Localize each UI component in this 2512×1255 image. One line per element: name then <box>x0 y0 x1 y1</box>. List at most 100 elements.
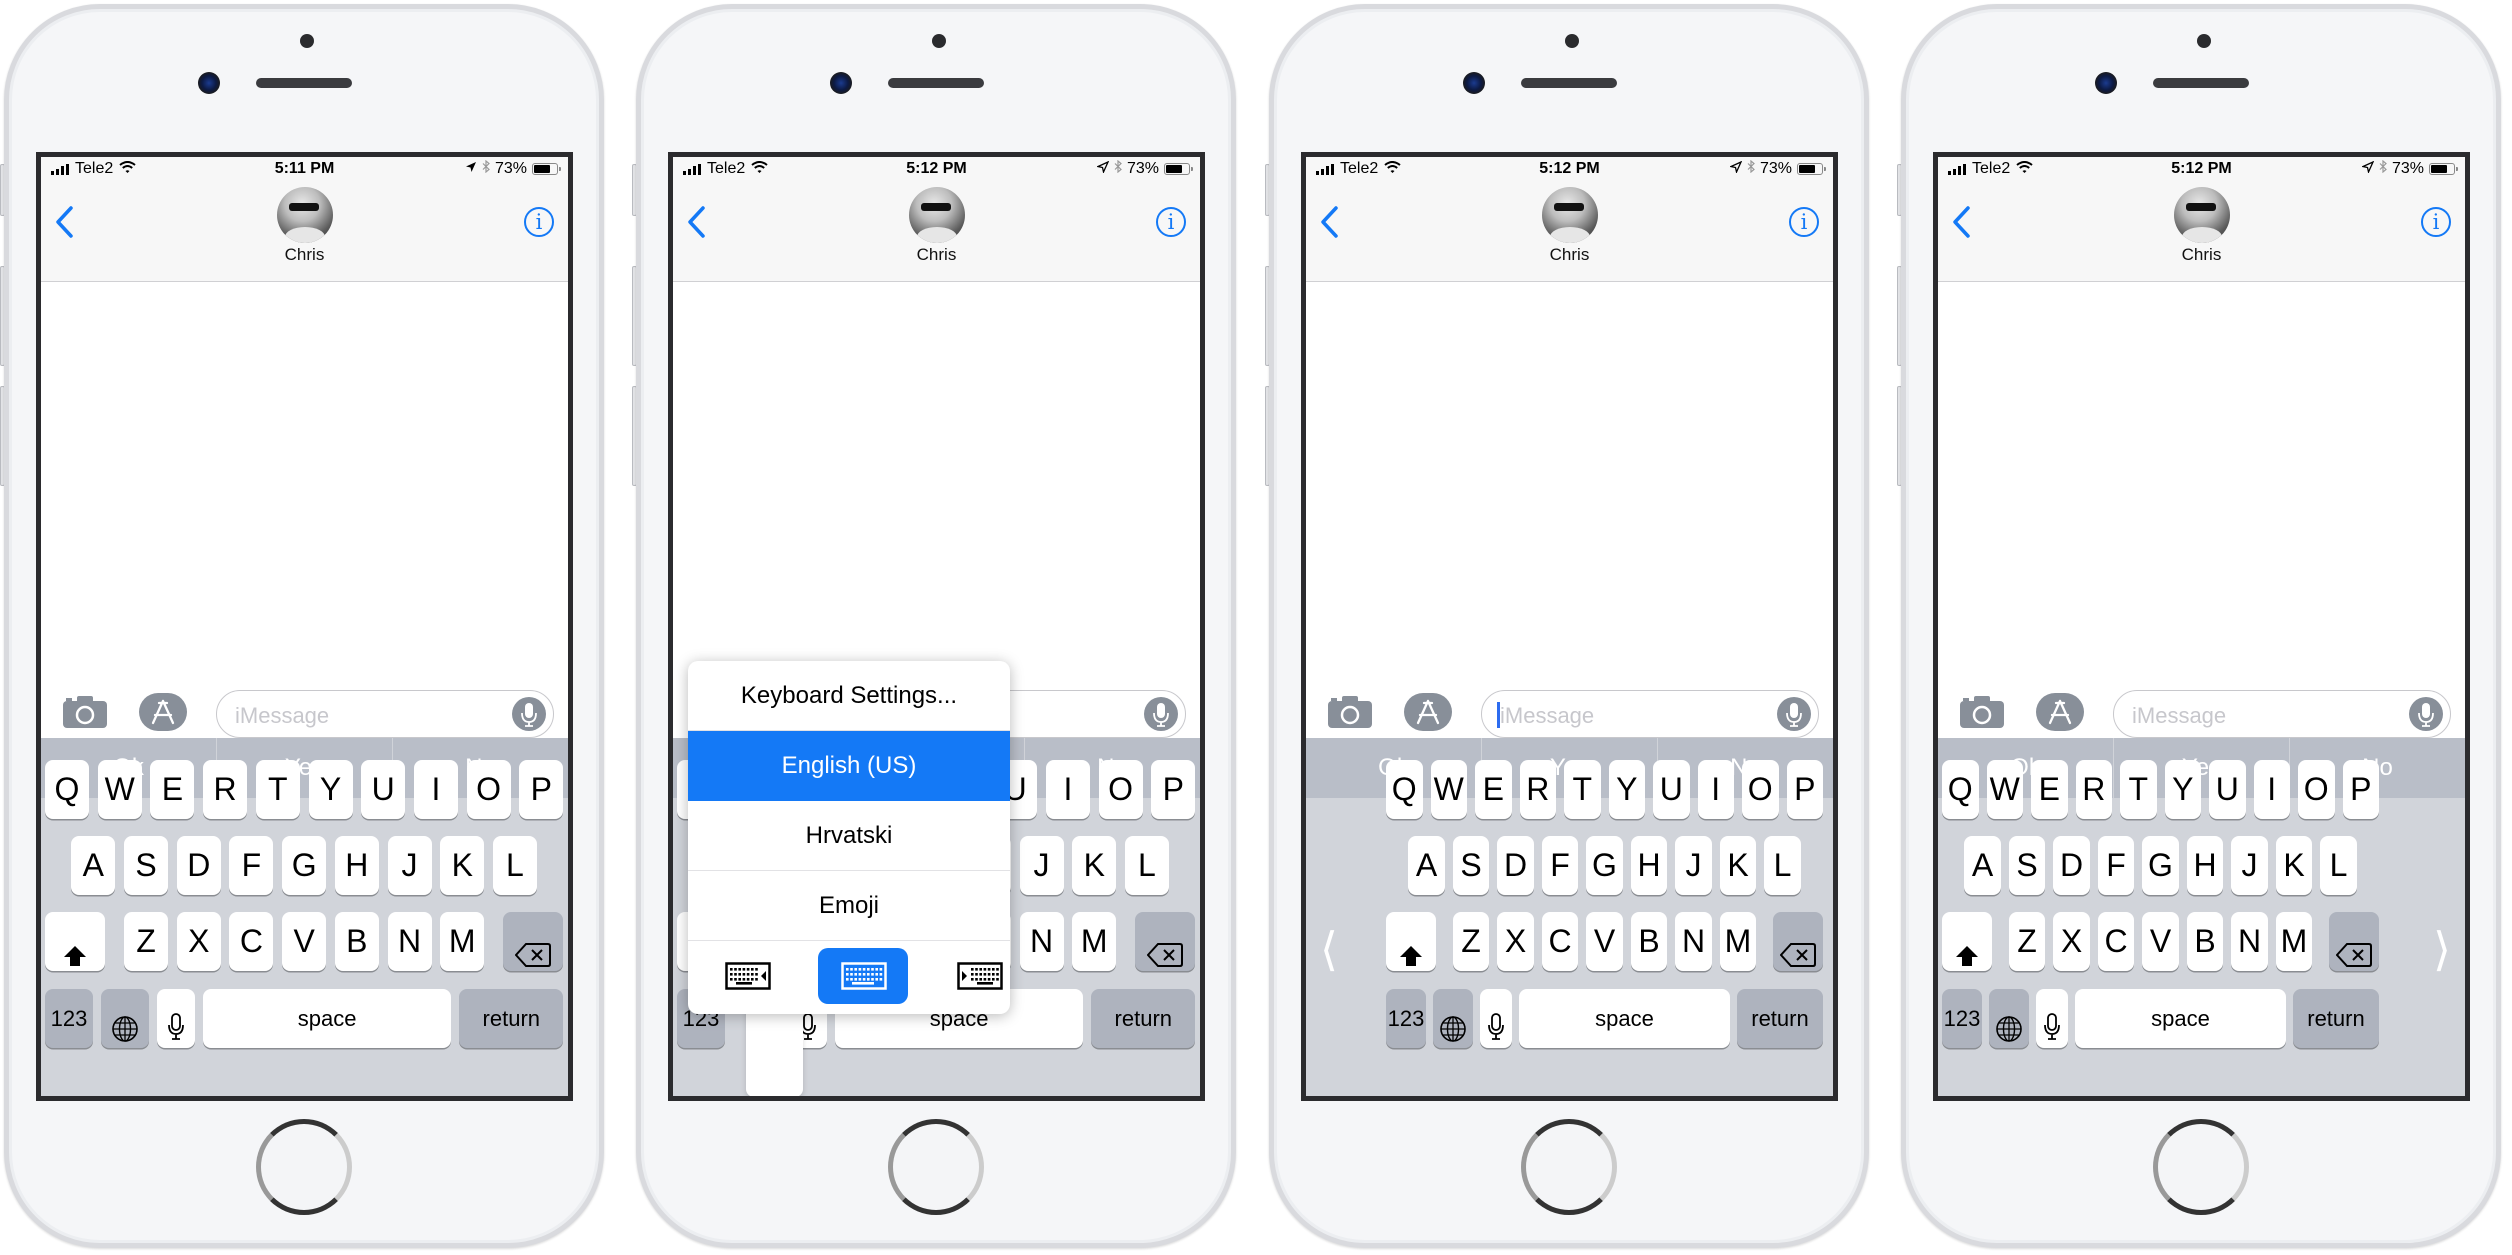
key-o[interactable]: O <box>2298 760 2335 819</box>
key-x[interactable]: X <box>1497 912 1534 971</box>
key-k[interactable]: K <box>1072 836 1117 895</box>
globe-key[interactable] <box>1433 989 1473 1048</box>
camera-icon[interactable] <box>1960 696 2004 728</box>
key-k[interactable]: K <box>2275 836 2313 895</box>
key-i[interactable]: I <box>1045 760 1090 819</box>
key-h[interactable]: H <box>1630 836 1668 895</box>
key-a[interactable]: A <box>1408 836 1445 895</box>
key-a[interactable]: A <box>1964 836 2001 895</box>
key-y[interactable]: Y <box>1608 760 1645 819</box>
key-g[interactable]: G <box>2142 836 2179 895</box>
dictation-mic-icon[interactable] <box>2409 697 2443 731</box>
key-l[interactable]: L <box>1124 836 1169 895</box>
info-icon[interactable]: i <box>1789 207 1819 237</box>
key-n[interactable]: N <box>2231 912 2268 971</box>
space-key[interactable]: space <box>1519 989 1730 1048</box>
delete-key[interactable] <box>1135 912 1196 971</box>
key-r[interactable]: R <box>2075 760 2112 819</box>
key-c[interactable]: C <box>2097 912 2135 971</box>
key-g[interactable]: G <box>282 836 327 895</box>
avatar[interactable] <box>1541 187 1598 243</box>
avatar[interactable] <box>2173 187 2230 243</box>
back-chevron-icon[interactable] <box>685 205 709 239</box>
key-d[interactable]: D <box>1497 836 1534 895</box>
key-i[interactable]: I <box>1697 760 1734 819</box>
dictation-mic-icon[interactable] <box>1144 697 1178 731</box>
key-u[interactable]: U <box>1653 760 1690 819</box>
key-p[interactable]: P <box>519 760 564 819</box>
camera-icon[interactable] <box>1328 696 1372 728</box>
key-p[interactable]: P <box>1786 760 1823 819</box>
contact-name[interactable]: Chris <box>1938 245 2465 265</box>
dictation-mic-icon[interactable] <box>1777 697 1811 731</box>
popup-item-keyboard-settings[interactable]: Keyboard Settings... <box>688 661 1010 731</box>
return-key[interactable]: return <box>2293 989 2379 1048</box>
key-l[interactable]: L <box>1764 836 1801 895</box>
key-m[interactable]: M <box>1719 912 1757 971</box>
home-button[interactable] <box>1521 1119 1617 1215</box>
key-y[interactable]: Y <box>2164 760 2201 819</box>
key-h[interactable]: H <box>334 836 379 895</box>
key-f[interactable]: F <box>229 836 274 895</box>
shift-keyboard-right-chevron-icon[interactable]: ⟩ <box>2433 922 2451 976</box>
key-y[interactable]: Y <box>308 760 353 819</box>
key-z[interactable]: Z <box>2008 912 2046 971</box>
key-s[interactable]: S <box>2008 836 2046 895</box>
key-q[interactable]: Q <box>1386 760 1423 819</box>
key-x[interactable]: X <box>2053 912 2090 971</box>
key-g[interactable]: G <box>1586 836 1623 895</box>
keyboard-left-button[interactable] <box>702 948 792 1004</box>
space-key[interactable]: space <box>203 989 452 1048</box>
contact-name[interactable]: Chris <box>1306 245 1833 265</box>
avatar[interactable] <box>908 187 965 243</box>
globe-key[interactable] <box>101 989 149 1048</box>
key-v[interactable]: V <box>282 912 327 971</box>
key-z[interactable]: Z <box>124 912 169 971</box>
key-m[interactable]: M <box>1072 912 1117 971</box>
key-w[interactable]: W <box>1986 760 2023 819</box>
key-l[interactable]: L <box>2320 836 2357 895</box>
key-i[interactable]: I <box>2253 760 2290 819</box>
dictation-key[interactable] <box>157 989 195 1048</box>
popup-item-english-us[interactable]: English (US) <box>688 731 1010 801</box>
key-n[interactable]: N <box>1019 912 1064 971</box>
imessage-input[interactable]: iMessage <box>216 690 554 738</box>
numbers-key[interactable]: 123 <box>1386 989 1426 1048</box>
key-j[interactable]: J <box>2231 836 2268 895</box>
imessage-input[interactable]: iMessage <box>2113 690 2451 738</box>
globe-key[interactable] <box>1989 989 2029 1048</box>
key-c[interactable]: C <box>1541 912 1579 971</box>
key-k[interactable]: K <box>1719 836 1757 895</box>
key-r[interactable]: R <box>1519 760 1556 819</box>
key-r[interactable]: R <box>203 760 248 819</box>
back-chevron-icon[interactable] <box>1950 205 1974 239</box>
key-w[interactable]: W <box>97 760 142 819</box>
key-z[interactable]: Z <box>1452 912 1490 971</box>
key-j[interactable]: J <box>1019 836 1064 895</box>
key-m[interactable]: M <box>440 912 485 971</box>
home-button[interactable] <box>256 1119 352 1215</box>
key-b[interactable]: B <box>2186 912 2224 971</box>
key-t[interactable]: T <box>1564 760 1601 819</box>
home-button[interactable] <box>2153 1119 2249 1215</box>
key-j[interactable]: J <box>1675 836 1712 895</box>
home-button[interactable] <box>888 1119 984 1215</box>
popup-item-hrvatski[interactable]: Hrvatski <box>688 801 1010 871</box>
shift-keyboard-left-chevron-icon[interactable]: ⟨ <box>1320 922 1338 976</box>
globe-key-pressed[interactable] <box>746 1007 803 1096</box>
return-key[interactable]: return <box>1091 989 1196 1048</box>
key-v[interactable]: V <box>2142 912 2179 971</box>
key-t[interactable]: T <box>255 760 300 819</box>
popup-item-emoji[interactable]: Emoji <box>688 871 1010 941</box>
key-p[interactable]: P <box>2342 760 2379 819</box>
key-i[interactable]: I <box>413 760 458 819</box>
key-k[interactable]: K <box>440 836 485 895</box>
delete-key[interactable] <box>503 912 564 971</box>
key-b[interactable]: B <box>1630 912 1668 971</box>
space-key[interactable]: space <box>2075 989 2286 1048</box>
key-s[interactable]: S <box>1452 836 1490 895</box>
key-d[interactable]: D <box>176 836 221 895</box>
app-store-icon[interactable] <box>2036 693 2084 731</box>
app-store-icon[interactable] <box>139 693 187 731</box>
key-u[interactable]: U <box>2209 760 2246 819</box>
